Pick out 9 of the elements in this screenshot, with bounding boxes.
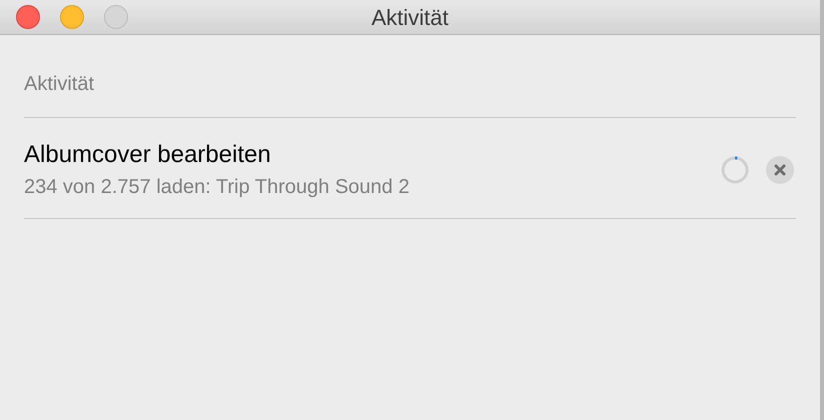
close-window-button[interactable] [16, 5, 40, 29]
loading-spinner-icon [720, 155, 750, 185]
section-heading: Aktivität [24, 73, 94, 95]
activity-title: Albumcover bearbeiten [24, 140, 272, 170]
window-title: Aktivität [371, 4, 449, 32]
close-icon [774, 164, 786, 176]
activity-detail: 234 von 2.757 laden: Trip Through Sound 2 [24, 175, 410, 200]
minimize-window-button[interactable] [60, 5, 84, 29]
cancel-button[interactable] [766, 156, 794, 184]
